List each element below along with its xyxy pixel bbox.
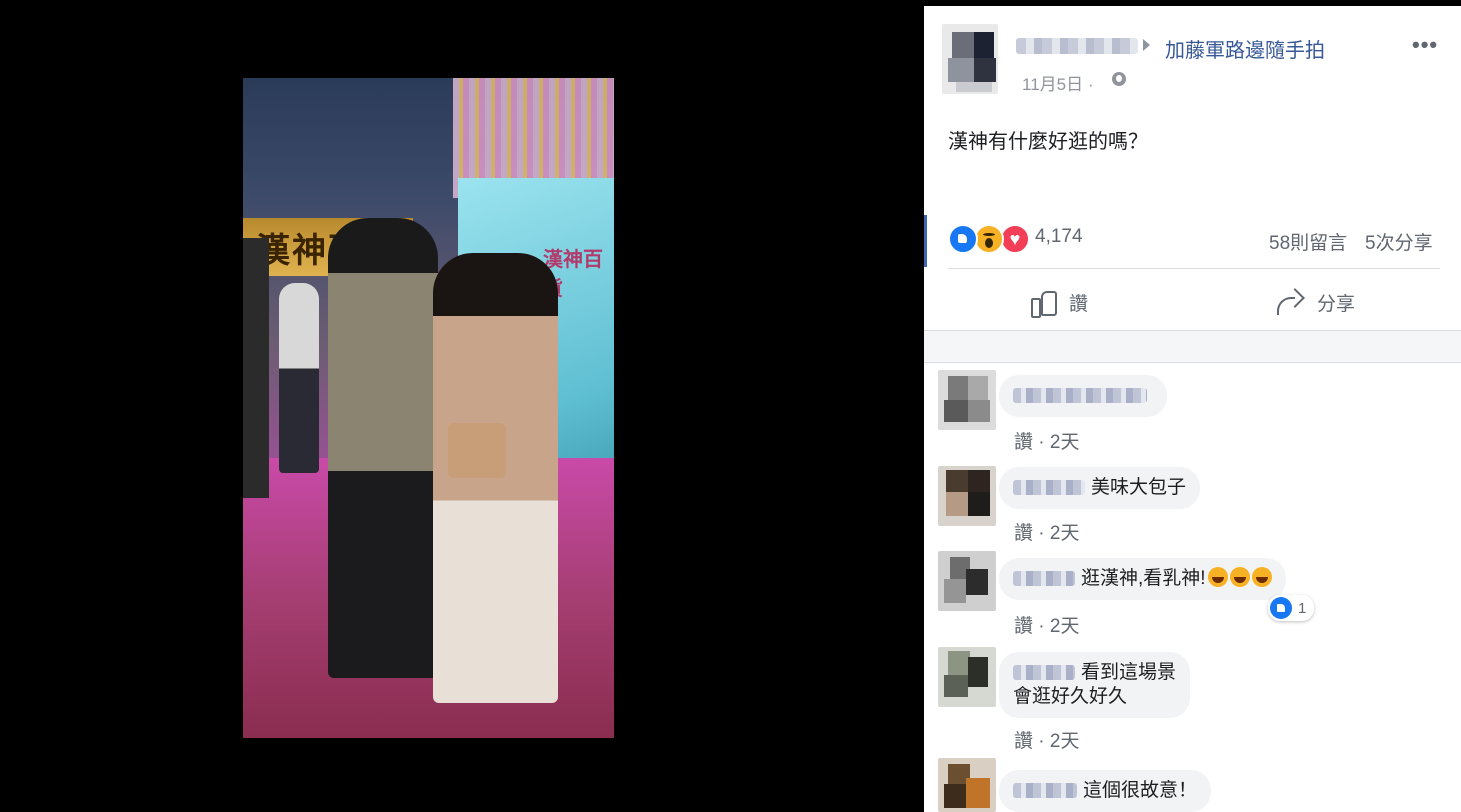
comment-bubble	[999, 375, 1167, 417]
commenter-name-blurred[interactable]	[1013, 665, 1075, 681]
comment-time[interactable]: 2天	[1050, 432, 1080, 453]
share-button-label: 分享	[1317, 293, 1356, 315]
like-reaction-icon	[1270, 597, 1292, 619]
rolling-laughing-icon	[1229, 567, 1250, 587]
divider	[948, 268, 1440, 269]
comment-bubble: 美味大包子	[999, 467, 1201, 509]
author-name-blurred[interactable]	[1016, 38, 1138, 54]
commenter-avatar[interactable]	[938, 551, 996, 611]
focus-indicator-bar	[924, 215, 927, 267]
like-reaction-icon	[948, 224, 978, 254]
like-button[interactable]: 讚	[1031, 286, 1088, 318]
group-name-link[interactable]: 加藤軍路邊隨手拍	[1165, 34, 1325, 63]
wow-reaction-icon	[974, 224, 1004, 254]
commenter-name-blurred[interactable]	[1013, 388, 1147, 404]
comment-meta: 讚 · 2天	[1014, 518, 1079, 545]
love-reaction-icon	[1000, 224, 1030, 254]
share-button[interactable]: 分享	[1275, 286, 1355, 318]
globe-icon	[1112, 72, 1126, 86]
commenter-avatar[interactable]	[938, 758, 996, 812]
post-timestamp[interactable]: 11月5日 ·	[1022, 70, 1094, 95]
more-options-button[interactable]: •••	[1412, 32, 1438, 58]
shares-count-link[interactable]: 5次分享	[1365, 228, 1433, 255]
comment-text: 逛漢神,看乳神!	[1081, 568, 1206, 589]
post-panel: 加藤軍路邊隨手拍 11月5日 · ••• 漢神有什麼好逛的嗎？ 4,174 58…	[924, 6, 1461, 812]
share-arrow-icon	[1275, 289, 1303, 315]
commenter-name-blurred[interactable]	[1013, 571, 1075, 587]
comment-reaction-count: 1	[1298, 599, 1307, 617]
photo-person-dress	[433, 253, 558, 703]
comment-text-line1: 看到這場景	[1081, 662, 1177, 683]
triangle-right-icon	[1143, 39, 1150, 51]
comment-text: 美味大包子	[1091, 477, 1187, 498]
comment-like-link[interactable]: 讚 ·	[1014, 731, 1045, 752]
photo-person-background	[279, 283, 319, 473]
divider	[924, 362, 1461, 363]
comment-bubble: 看到這場景 會逛好久好久	[999, 652, 1191, 718]
comment-time[interactable]: 2天	[1050, 523, 1080, 544]
commenter-avatar[interactable]	[938, 370, 996, 430]
like-button-label: 讚	[1069, 293, 1089, 315]
reaction-count[interactable]: 4,174	[1035, 226, 1083, 248]
thumbs-up-icon	[1031, 288, 1057, 318]
post-text: 漢神有什麼好逛的嗎？	[948, 131, 1148, 153]
comments-count-link[interactable]: 58則留言	[1269, 228, 1347, 255]
comment-meta: 讚 · 2天	[1014, 726, 1079, 753]
comment-bubble: 逛漢神,看乳神!	[999, 558, 1286, 600]
photo-viewer: 漢神百貨 漢神百貨	[0, 0, 924, 812]
commenter-name-blurred[interactable]	[1013, 480, 1085, 496]
comment-text-line2: 會逛好久好久	[1013, 686, 1128, 707]
comment-reaction-badge[interactable]: 1	[1268, 595, 1315, 621]
comment-like-link[interactable]: 讚 ·	[1014, 616, 1045, 637]
comment-meta: 讚 · 2天	[1014, 611, 1079, 638]
comment-time[interactable]: 2天	[1050, 731, 1080, 752]
comment-bubble: 這個很故意！	[999, 770, 1212, 812]
comment-like-link[interactable]: 讚 ·	[1014, 523, 1045, 544]
rolling-laughing-icon	[1207, 567, 1228, 587]
commenter-avatar[interactable]	[938, 466, 996, 526]
photo-handbag	[448, 423, 506, 478]
comment-text: 這個很故意！	[1083, 780, 1198, 801]
section-gap	[924, 331, 1461, 362]
commenter-avatar[interactable]	[938, 647, 996, 707]
post-photo[interactable]: 漢神百貨 漢神百貨	[243, 78, 614, 738]
photo-person-left-edge	[243, 238, 269, 498]
author-avatar[interactable]	[942, 24, 998, 94]
comment-time[interactable]: 2天	[1050, 616, 1080, 637]
rolling-laughing-icon	[1251, 567, 1272, 587]
photo-person-jacket	[328, 218, 438, 678]
reaction-icons[interactable]	[948, 224, 1032, 254]
commenter-name-blurred[interactable]	[1013, 783, 1077, 799]
comment-like-link[interactable]: 讚 ·	[1014, 432, 1045, 453]
comment-meta: 讚 · 2天	[1014, 427, 1079, 454]
